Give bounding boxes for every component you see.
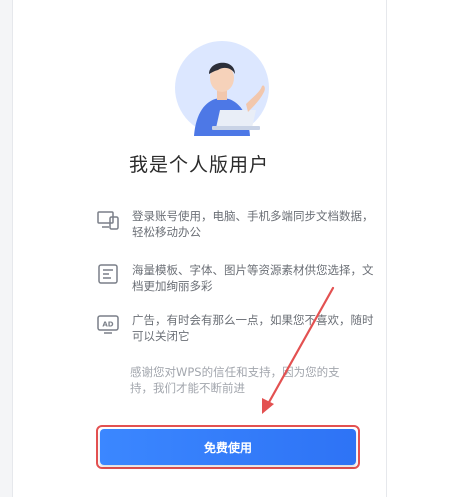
ad-icon: AD [96, 312, 120, 336]
left-panel-edge [0, 0, 13, 497]
feature-ads-text: 广告，有时会有那么一点，如果您不喜欢，随时可以关闭它 [132, 313, 374, 343]
feature-templates-text: 海量模板、字体、图片等资源素材供您选择，文档更加绚丽多彩 [132, 263, 374, 293]
thanks-text: 感谢您对WPS的信任和支持，因为您的支持，我们才能不断前进 [130, 365, 340, 395]
right-divider [386, 0, 387, 497]
feature-sync-text: 登录账号使用，电脑、手机多端同步文档数据，轻松移动办公 [132, 209, 374, 239]
svg-text:AD: AD [102, 321, 113, 329]
feature-ads: AD 广告，有时会有那么一点，如果您不喜欢，随时可以关闭它 [96, 312, 376, 344]
template-icon [96, 262, 120, 286]
free-use-button[interactable]: 免费使用 [100, 429, 356, 465]
page-title: 我是个人版用户 [128, 154, 269, 176]
feature-sync: 登录账号使用，电脑、手机多端同步文档数据，轻松移动办公 [96, 208, 376, 240]
feature-templates: 海量模板、字体、图片等资源素材供您选择，文档更加绚丽多彩 [96, 262, 376, 294]
user-illustration [174, 40, 270, 136]
devices-icon [96, 208, 120, 232]
